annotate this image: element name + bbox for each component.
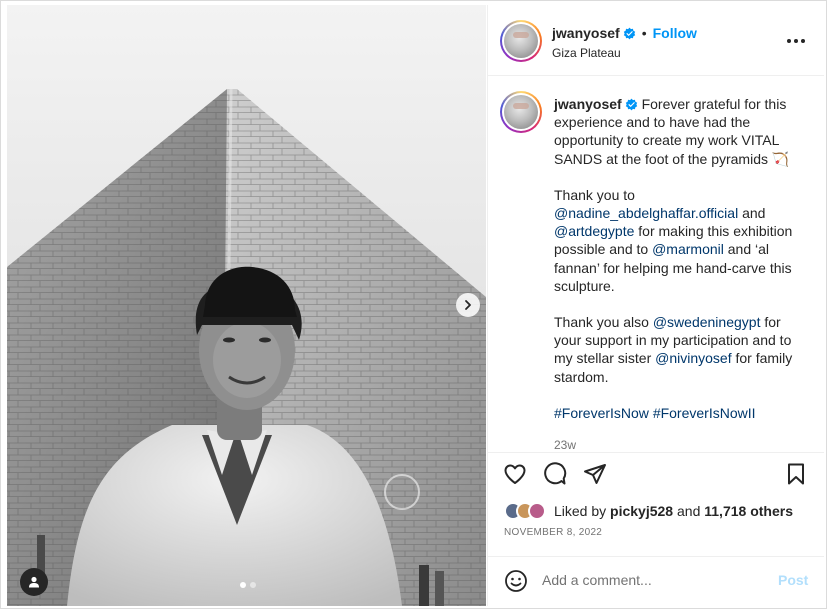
caption-paragraph-2: Thank you to @nadine_abdelghaffar.offici…: [554, 186, 793, 294]
post-date[interactable]: NOVEMBER 8, 2022: [504, 527, 602, 538]
separator-dot: •: [641, 25, 647, 41]
like-button[interactable]: [502, 461, 528, 487]
liker-avatars[interactable]: [504, 502, 546, 520]
comment-input[interactable]: [542, 572, 762, 588]
next-image-button[interactable]: [456, 293, 480, 317]
post-location[interactable]: Giza Plateau: [552, 46, 697, 60]
heart-icon: [504, 464, 526, 484]
author-avatar[interactable]: [500, 20, 542, 62]
more-options-button[interactable]: [784, 29, 808, 53]
caption-paragraph-3: Thank you also @swedeninegypt for your s…: [554, 314, 793, 385]
comment-icon: [544, 462, 567, 485]
comment-button[interactable]: [542, 461, 568, 487]
verified-icon: [625, 98, 637, 111]
caption-username[interactable]: jwanyosef: [554, 96, 622, 112]
carousel-dot-active: [240, 582, 246, 588]
follow-button[interactable]: Follow: [653, 25, 697, 41]
caption-author-avatar[interactable]: [500, 91, 542, 133]
action-bar: [488, 452, 824, 492]
avatar: [528, 502, 546, 520]
mention-link[interactable]: @artdegypte: [554, 223, 634, 239]
hashtag-link[interactable]: #ForeverIsNow: [554, 405, 649, 421]
caption-text: jwanyosef Forever grateful for this expe…: [554, 95, 810, 454]
comment-box: Post: [488, 556, 824, 606]
more-icon: [787, 39, 805, 43]
mention-link[interactable]: @swedeninegypt: [653, 314, 761, 330]
post-header: jwanyosef • Follow Giza Plateau: [488, 5, 824, 76]
save-button[interactable]: [783, 461, 809, 487]
share-icon: [584, 464, 606, 484]
bookmark-icon: [788, 463, 804, 485]
caption-hashtags: #ForeverIsNow #ForeverIsNowII: [554, 404, 810, 422]
share-button[interactable]: [582, 461, 608, 487]
mention-link[interactable]: @nadine_abdelghaffar.official: [554, 205, 738, 221]
mention-link[interactable]: @nivinyosef: [655, 350, 731, 366]
post-media[interactable]: [7, 5, 486, 606]
user-tag-icon: [29, 576, 39, 588]
carousel-indicator: [240, 582, 256, 588]
author-username[interactable]: jwanyosef: [552, 25, 620, 41]
post-side-panel: jwanyosef • Follow Giza Plateau jwanyose…: [487, 5, 824, 606]
caption-section: jwanyosef Forever grateful for this expe…: [488, 77, 824, 452]
verified-icon: [623, 27, 635, 39]
chevron-right-icon: [465, 300, 471, 310]
mention-link[interactable]: @marmonil: [652, 241, 724, 257]
carousel-dot: [250, 582, 256, 588]
post-comment-button[interactable]: Post: [778, 572, 808, 588]
likes-count[interactable]: 11,718 others: [704, 503, 793, 519]
post-dialog: jwanyosef • Follow Giza Plateau jwanyose…: [0, 0, 827, 609]
liker-username[interactable]: pickyj528: [610, 503, 673, 519]
hashtag-link[interactable]: #ForeverIsNowII: [653, 405, 756, 421]
emoji-icon[interactable]: [504, 569, 528, 593]
likes-summary: Liked by pickyj528 and 11,718 others: [504, 502, 793, 520]
author-info: jwanyosef • Follow Giza Plateau: [552, 25, 697, 60]
post-photo: [7, 5, 486, 606]
tagged-users-button[interactable]: [20, 568, 48, 596]
